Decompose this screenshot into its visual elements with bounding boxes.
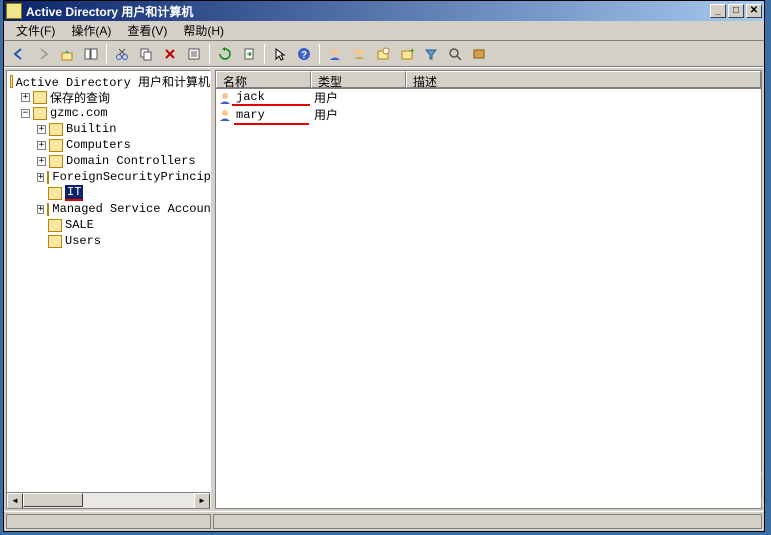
menu-action[interactable]: 操作(A) xyxy=(63,20,119,41)
more-icon[interactable] xyxy=(468,43,490,65)
user-icon xyxy=(218,91,232,105)
svg-text:?: ? xyxy=(301,50,307,61)
status-left xyxy=(6,514,211,529)
expander-icon[interactable]: + xyxy=(37,141,46,150)
tree-pane[interactable]: Active Directory 用户和计算机 + 保存的查询 − gzmc.c… xyxy=(6,70,211,509)
menu-file[interactable]: 文件(F) xyxy=(8,20,63,41)
col-desc[interactable]: 描述 xyxy=(406,71,761,88)
folder-icon xyxy=(47,171,49,184)
aduc-icon xyxy=(10,75,13,88)
col-name[interactable]: 名称 xyxy=(216,71,311,88)
tree-root[interactable]: Active Directory 用户和计算机 xyxy=(7,73,210,89)
app-icon xyxy=(6,3,22,19)
item-name: jack xyxy=(232,90,310,106)
expander-icon[interactable]: + xyxy=(37,205,44,214)
menu-view[interactable]: 查看(V) xyxy=(119,20,175,41)
forward-icon[interactable] xyxy=(32,43,54,65)
list-item[interactable]: jack 用户 xyxy=(216,89,761,106)
tree-label: Users xyxy=(65,234,101,248)
item-type: 用户 xyxy=(310,106,405,123)
statusbar xyxy=(4,511,764,531)
tree-item-msa[interactable]: + Managed Service Accounts xyxy=(7,201,210,217)
app-window: Active Directory 用户和计算机 _ □ ✕ 文件(F) 操作(A… xyxy=(3,0,765,532)
titlebar[interactable]: Active Directory 用户和计算机 _ □ ✕ xyxy=(4,1,764,21)
user-icon xyxy=(218,108,232,122)
back-icon[interactable] xyxy=(8,43,30,65)
copy-icon[interactable] xyxy=(135,43,157,65)
refresh-icon[interactable] xyxy=(214,43,236,65)
ou-icon xyxy=(48,219,62,232)
tree-item-computers[interactable]: + Computers xyxy=(7,137,210,153)
list-item[interactable]: mary 用户 xyxy=(216,106,761,123)
find-icon[interactable] xyxy=(444,43,466,65)
tree-label: ForeignSecurityPrincipals xyxy=(52,170,211,184)
new-user-icon[interactable] xyxy=(324,43,346,65)
export-icon[interactable] xyxy=(238,43,260,65)
tree-item-users[interactable]: Users xyxy=(7,233,210,249)
add-to-group-icon[interactable]: + xyxy=(396,43,418,65)
close-button[interactable]: ✕ xyxy=(746,4,762,18)
expander-icon[interactable]: − xyxy=(21,109,30,118)
expander-icon[interactable]: + xyxy=(37,125,46,134)
maximize-button[interactable]: □ xyxy=(728,4,744,18)
tree-label: Computers xyxy=(66,138,131,152)
ou-icon xyxy=(48,187,62,200)
menu-help[interactable]: 帮助(H) xyxy=(175,20,232,41)
list-header: 名称 类型 描述 xyxy=(216,71,761,89)
tree-body: Active Directory 用户和计算机 + 保存的查询 − gzmc.c… xyxy=(7,71,210,251)
tree-scrollbar[interactable]: ◄ ► xyxy=(7,492,210,508)
tree-item-domain-controllers[interactable]: + Domain Controllers xyxy=(7,153,210,169)
tree-item-sale[interactable]: SALE xyxy=(7,217,210,233)
folder-icon xyxy=(47,203,49,216)
menubar: 文件(F) 操作(A) 查看(V) 帮助(H) xyxy=(4,21,764,41)
tree-domain[interactable]: − gzmc.com xyxy=(7,105,210,121)
scroll-thumb[interactable] xyxy=(23,493,83,507)
item-type: 用户 xyxy=(310,89,405,106)
scroll-left-icon[interactable]: ◄ xyxy=(7,493,23,509)
tree-item-it[interactable]: IT xyxy=(7,185,210,201)
window-title: Active Directory 用户和计算机 xyxy=(26,3,710,20)
tree-label: gzmc.com xyxy=(50,106,108,120)
tree-item-builtin[interactable]: + Builtin xyxy=(7,121,210,137)
toolbar: ? + xyxy=(4,41,764,67)
delete-icon[interactable] xyxy=(159,43,181,65)
properties-icon[interactable] xyxy=(183,43,205,65)
scroll-right-icon[interactable]: ► xyxy=(194,493,210,509)
list-body: jack 用户 mary 用户 xyxy=(216,89,761,508)
tree-saved-queries[interactable]: + 保存的查询 xyxy=(7,89,210,105)
up-icon[interactable] xyxy=(56,43,78,65)
tree-label: Managed Service Accounts xyxy=(52,202,211,216)
cursor-icon[interactable] xyxy=(269,43,291,65)
domain-icon xyxy=(33,107,47,120)
annotation-underline xyxy=(234,123,309,125)
folder-icon xyxy=(49,123,63,136)
new-group-icon[interactable] xyxy=(348,43,370,65)
status-right xyxy=(213,514,762,529)
folder-icon xyxy=(33,91,47,104)
expander-icon[interactable]: + xyxy=(21,93,30,102)
folder-icon xyxy=(48,235,62,248)
tree-label: SALE xyxy=(65,218,94,232)
tree-label-selected: IT xyxy=(65,185,83,201)
item-name: mary xyxy=(232,108,310,122)
expander-icon[interactable]: + xyxy=(37,157,46,166)
minimize-button[interactable]: _ xyxy=(710,4,726,18)
tree-label: Domain Controllers xyxy=(66,154,196,168)
help-icon[interactable]: ? xyxy=(293,43,315,65)
tree-root-label: Active Directory 用户和计算机 xyxy=(16,73,210,90)
new-ou-icon[interactable] xyxy=(372,43,394,65)
expander-icon[interactable]: + xyxy=(37,173,44,182)
folder-icon xyxy=(49,139,63,152)
svg-text:+: + xyxy=(410,47,414,55)
filter-icon[interactable] xyxy=(420,43,442,65)
col-type[interactable]: 类型 xyxy=(311,71,406,88)
content-area: Active Directory 用户和计算机 + 保存的查询 − gzmc.c… xyxy=(4,67,764,511)
tree-label: Builtin xyxy=(66,122,116,136)
tree-item-fsp[interactable]: + ForeignSecurityPrincipals xyxy=(7,169,210,185)
show-hide-icon[interactable] xyxy=(80,43,102,65)
folder-icon xyxy=(49,155,63,168)
list-pane[interactable]: 名称 类型 描述 jack 用户 mary 用户 xyxy=(215,70,762,509)
cut-icon[interactable] xyxy=(111,43,133,65)
tree-label: 保存的查询 xyxy=(50,89,110,106)
